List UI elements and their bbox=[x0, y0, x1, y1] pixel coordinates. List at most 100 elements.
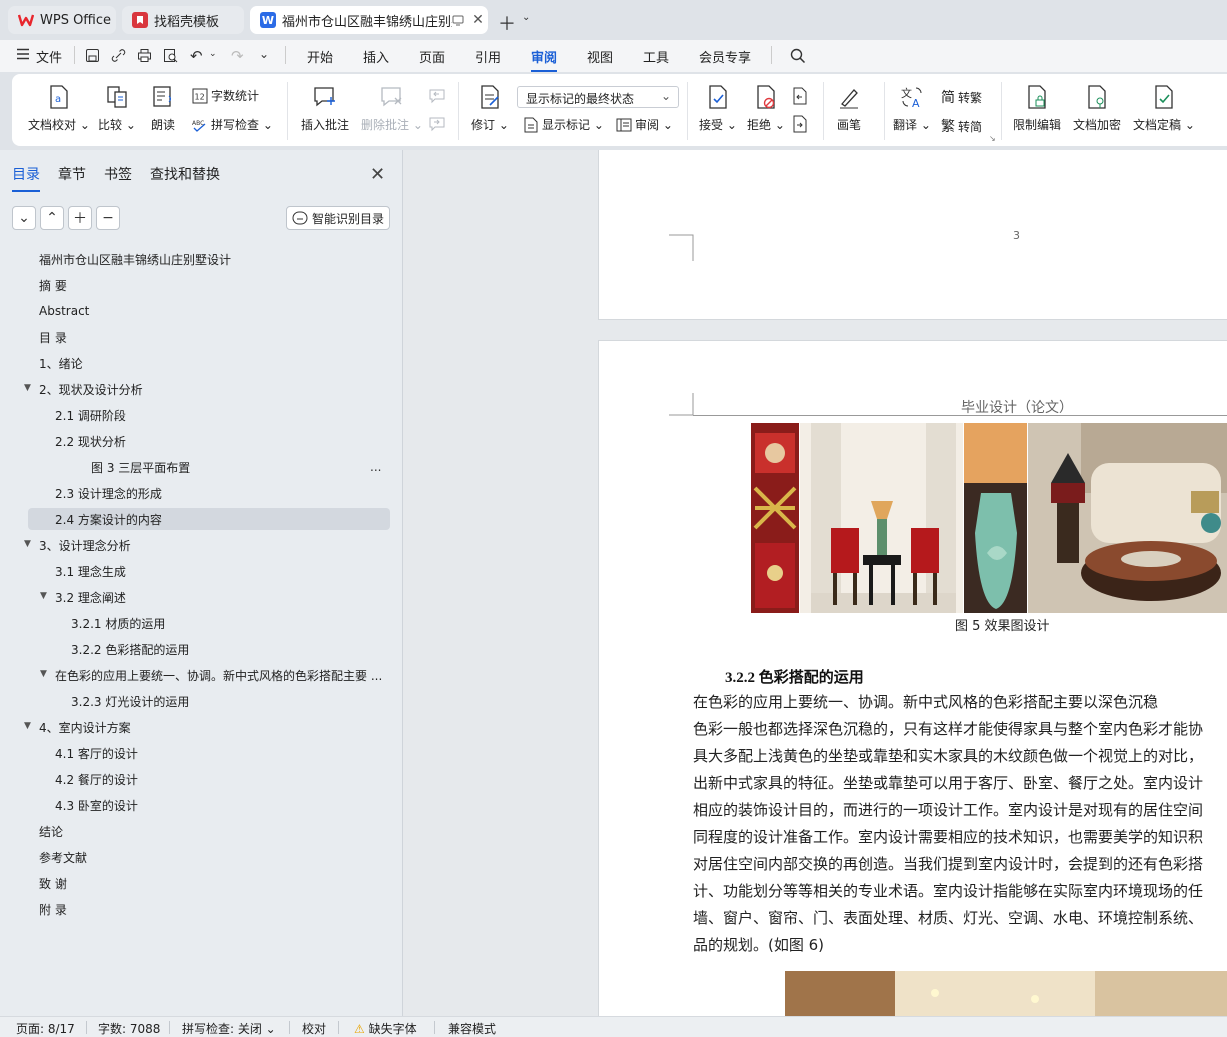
tab-bookmarks[interactable]: 书签 bbox=[104, 164, 132, 184]
print-preview-icon[interactable] bbox=[163, 48, 178, 63]
restrict-edit-button[interactable]: 限制编辑 bbox=[1013, 82, 1061, 133]
toc-item[interactable]: 4.1 客厅的设计 bbox=[55, 742, 138, 764]
chevron-up-icon: ⌃ bbox=[46, 210, 58, 226]
menu-home[interactable]: 开始 bbox=[307, 47, 333, 66]
tab-toc[interactable]: 目录 bbox=[12, 164, 40, 192]
reject-button[interactable]: 拒绝 ⌄ bbox=[747, 82, 785, 133]
close-tab-icon[interactable]: ✕ bbox=[468, 12, 488, 28]
add-heading-button[interactable]: ＋ bbox=[68, 206, 92, 230]
search-icon[interactable] bbox=[790, 48, 806, 64]
toc-item[interactable]: 2.2 现状分析 bbox=[55, 430, 126, 452]
menu-view[interactable]: 视图 bbox=[587, 47, 613, 66]
toc-item[interactable]: 2.3 设计理念的形成 bbox=[55, 482, 162, 504]
print-icon[interactable] bbox=[137, 48, 152, 63]
previous-comment-icon[interactable] bbox=[428, 88, 446, 104]
menu-member[interactable]: 会员专享 bbox=[699, 47, 751, 66]
document-canvas[interactable]: 3 毕业设计（论文） 图 5 效果图设计 3.2.2 色彩搭配的运用 在色彩的应… bbox=[403, 150, 1227, 1016]
convert-simplified-button[interactable]: 繁转简 bbox=[941, 116, 982, 136]
more-options-icon[interactable]: ... bbox=[370, 460, 381, 474]
collapse-triangle-icon[interactable]: ▼ bbox=[24, 721, 31, 731]
toc-item[interactable]: 3.2.2 色彩搭配的运用 bbox=[71, 638, 189, 660]
review-pane-button[interactable]: 审阅 ⌄ bbox=[616, 116, 673, 133]
convert-traditional-button[interactable]: 简转繁 bbox=[941, 87, 982, 107]
toc-item[interactable]: 目 录 bbox=[39, 326, 67, 348]
menu-review[interactable]: 审阅 bbox=[531, 47, 558, 72]
compare-button[interactable]: 比较 ⌄ bbox=[98, 82, 136, 133]
insert-comment-button[interactable]: 插入批注 bbox=[301, 82, 349, 133]
tab-chapters[interactable]: 章节 bbox=[58, 164, 86, 184]
toc-item[interactable]: 图 3 三层平面布置 bbox=[91, 456, 190, 478]
translate-button[interactable]: 文A 翻译 ⌄ bbox=[893, 82, 931, 133]
toc-item[interactable]: 在色彩的应用上要统一、协调。新中式风格的色彩搭配主要 ... bbox=[55, 664, 385, 686]
toc-item[interactable]: 1、绪论 bbox=[39, 352, 83, 374]
doc-check-button[interactable]: a 文档校对 ⌄ bbox=[28, 82, 90, 133]
new-tab-icon[interactable]: ＋ bbox=[498, 10, 516, 36]
tab-docer-templates[interactable]: 找稻壳模板 bbox=[122, 6, 244, 34]
spell-check-indicator[interactable]: 拼写检查: 关闭 ⌄ bbox=[182, 1020, 276, 1037]
redo-icon[interactable]: ↷ bbox=[231, 47, 244, 65]
accept-button[interactable]: 接受 ⌄ bbox=[699, 82, 737, 133]
toc-item[interactable]: Abstract bbox=[39, 300, 89, 322]
collapse-triangle-icon[interactable]: ▼ bbox=[24, 383, 31, 393]
save-icon[interactable] bbox=[85, 48, 100, 63]
toc-item[interactable]: 2.1 调研阶段 bbox=[55, 404, 126, 426]
markup-state-select[interactable]: 显示标记的最终状态 ⌄ bbox=[517, 86, 679, 108]
group-expand-icon[interactable]: ↘ bbox=[989, 134, 996, 143]
proofread-indicator[interactable]: 校对 bbox=[302, 1020, 326, 1037]
toc-item[interactable]: 结论 bbox=[39, 820, 63, 842]
toc-item[interactable]: 附 录 bbox=[39, 898, 67, 920]
toc-item[interactable]: 3.1 理念生成 bbox=[55, 560, 126, 582]
menu-file[interactable]: 文件 bbox=[36, 47, 62, 66]
encrypt-button[interactable]: 文档加密 bbox=[1073, 82, 1121, 133]
hamburger-menu-icon[interactable] bbox=[16, 48, 30, 60]
tab-document[interactable]: W 福州市仓山区融丰锦绣山庄别墅 ✕ bbox=[250, 6, 488, 34]
toc-item[interactable]: 3、设计理念分析 bbox=[39, 534, 131, 556]
undo-icon[interactable]: ↶ bbox=[190, 47, 203, 65]
collapse-triangle-icon[interactable]: ▼ bbox=[24, 539, 31, 549]
collapse-triangle-icon[interactable]: ▼ bbox=[40, 591, 47, 601]
toc-item[interactable]: 摘 要 bbox=[39, 274, 67, 296]
missing-font-indicator[interactable]: ⚠ 缺失字体 bbox=[354, 1020, 417, 1037]
tab-wps-office[interactable]: WPS Office bbox=[8, 6, 116, 34]
spell-check-button[interactable]: ABC 拼写检查 ⌄ bbox=[192, 116, 273, 133]
toc-item[interactable]: 福州市仓山区融丰锦绣山庄别墅设计 bbox=[39, 248, 231, 270]
toc-item[interactable]: 致 谢 bbox=[39, 872, 67, 894]
read-aloud-button[interactable]: 朗读 bbox=[151, 82, 175, 133]
toc-item[interactable]: 2、现状及设计分析 bbox=[39, 378, 143, 400]
next-comment-icon[interactable] bbox=[428, 116, 446, 132]
finalize-button[interactable]: 文档定稿 ⌄ bbox=[1133, 82, 1195, 133]
word-count-button[interactable]: 12 字数统计 bbox=[192, 87, 259, 104]
delete-comment-button[interactable]: 删除批注 ⌄ bbox=[361, 82, 423, 133]
page-indicator[interactable]: 页面: 8/17 bbox=[16, 1020, 75, 1037]
menu-bar: 文件 ↶ ⌄ ↷ ⌄ 开始 插入 页面 引用 审阅 视图 工具 会员专享 bbox=[0, 40, 1227, 72]
remove-heading-button[interactable]: − bbox=[96, 206, 120, 230]
menu-insert[interactable]: 插入 bbox=[363, 47, 389, 66]
collapse-triangle-icon[interactable]: ▼ bbox=[40, 669, 47, 679]
toc-item[interactable]: 参考文献 bbox=[39, 846, 87, 868]
collapse-all-button[interactable]: ⌃ bbox=[40, 206, 64, 230]
menu-references[interactable]: 引用 bbox=[475, 47, 501, 66]
more-dropdown-icon[interactable]: ⌄ bbox=[259, 47, 269, 61]
pen-button[interactable]: 画笔 bbox=[837, 82, 861, 133]
track-changes-button[interactable]: 修订 ⌄ bbox=[471, 82, 509, 133]
next-change-icon[interactable] bbox=[791, 115, 809, 133]
menu-page[interactable]: 页面 bbox=[419, 47, 445, 66]
toc-item-current[interactable]: 2.4 方案设计的内容 bbox=[28, 508, 390, 530]
undo-dropdown-icon[interactable]: ⌄ bbox=[209, 49, 217, 59]
expand-all-button[interactable]: ⌄ bbox=[12, 206, 36, 230]
toc-item[interactable]: 4.3 卧室的设计 bbox=[55, 794, 138, 816]
chevron-down-icon[interactable]: ⌄ bbox=[522, 12, 530, 23]
toc-item[interactable]: 3.2.3 灯光设计的运用 bbox=[71, 690, 189, 712]
previous-change-icon[interactable] bbox=[791, 87, 809, 105]
tab-find-replace[interactable]: 查找和替换 bbox=[150, 164, 220, 184]
smart-toc-button[interactable]: 智能识别目录 bbox=[286, 206, 390, 230]
toc-item[interactable]: 4.2 餐厅的设计 bbox=[55, 768, 138, 790]
toc-item[interactable]: 3.2.1 材质的运用 bbox=[71, 612, 165, 634]
toc-item[interactable]: 4、室内设计方案 bbox=[39, 716, 131, 738]
show-markup-button[interactable]: 显示标记 ⌄ bbox=[523, 116, 604, 133]
word-count-indicator[interactable]: 字数: 7088 bbox=[98, 1020, 160, 1037]
link-icon[interactable] bbox=[111, 48, 126, 63]
menu-tools[interactable]: 工具 bbox=[643, 47, 669, 66]
toc-item[interactable]: 3.2 理念阐述 bbox=[55, 586, 126, 608]
close-icon[interactable]: ✕ bbox=[370, 164, 385, 185]
